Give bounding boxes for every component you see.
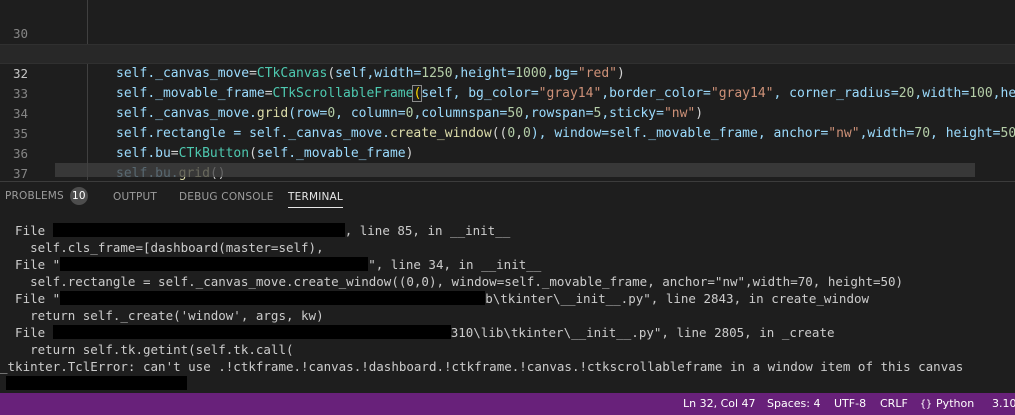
vscode-window: 30 31 self._canvas_move=CTkCanvas(self,w… — [0, 0, 1015, 415]
cursor-position[interactable]: Ln 32, Col 47 — [683, 393, 756, 415]
tab-label: TERMINAL — [288, 191, 343, 203]
code-line-32[interactable]: 32 self._movable_frame=CTkScrollableFram… — [0, 44, 1015, 102]
indentation[interactable]: Spaces: 4 — [767, 393, 820, 415]
redacted-block — [60, 257, 369, 271]
code-line-33[interactable]: 33 self._canvas_move.grid(row=0, column=… — [0, 64, 1015, 121]
terminal-line: File 310\lib\tkinter\__init__.py", line … — [0, 324, 1015, 341]
problems-count-badge: 10 — [69, 187, 88, 205]
tab-label: OUTPUT — [113, 191, 157, 203]
redacted-block — [52, 223, 345, 237]
redacted-block — [6, 376, 187, 390]
terminal-line: File " ", line 34, in __init__ — [0, 256, 1015, 273]
terminal-line: File , line 85, in __init__ — [0, 222, 1015, 239]
terminal-text: File — [0, 325, 53, 340]
terminal-line: self.rectangle = self._canvas_move.creat… — [0, 274, 904, 289]
terminal-text: File " — [0, 257, 61, 272]
code-line-36[interactable]: 36 self.bu.grid() — [0, 124, 1015, 180]
terminal-text: ", line 34, in __init__ — [368, 257, 542, 272]
line-number: 38 — [0, 177, 28, 180]
code-line-35[interactable]: 35 self.bu=CTkButton(self._movable_frame… — [0, 104, 1015, 161]
terminal-line: return self._create('window', args, kw) — [0, 308, 324, 323]
terminal-text: File " — [0, 291, 61, 306]
code-line-34[interactable]: 34 self.rectangle = self._canvas_move.cr… — [0, 84, 1015, 141]
terminal-line: return self.tk.getint(self.tk.call( — [0, 342, 294, 357]
panel-tabs: PROBLEMS 10 OUTPUT DEBUG CONSOLE TERMINAL — [0, 182, 1015, 210]
redacted-block — [52, 325, 451, 339]
terminal-line: self.cls_frame=[dashboard(master=self), — [0, 240, 324, 255]
status-bar: Ln 32, Col 47 Spaces: 4 UTF-8 CRLF {} Pyt… — [0, 393, 1015, 415]
language-mode[interactable]: {} Python — [920, 393, 974, 415]
terminal-text: 310\lib\tkinter\__init__.py", line 2805,… — [450, 325, 835, 340]
terminal-text: , line 85, in __init__ — [344, 223, 511, 238]
language-label: Python — [936, 397, 975, 410]
terminal-line — [0, 375, 1015, 392]
terminal-text: b\tkinter\__init__.py", line 2843, in cr… — [485, 291, 870, 306]
tab-label: DEBUG CONSOLE — [179, 191, 274, 203]
end-of-line[interactable]: CRLF — [880, 393, 908, 415]
terminal-line: File " b\tkinter\__init__.py", line 2843,… — [0, 290, 1015, 307]
tab-output[interactable]: OUTPUT — [113, 189, 157, 207]
redacted-block — [60, 291, 486, 305]
tab-problems[interactable]: PROBLEMS 10 — [5, 187, 88, 205]
bottom-panel: PROBLEMS 10 OUTPUT DEBUG CONSOLE TERMINAL… — [0, 181, 1015, 394]
braces-icon: {} — [920, 399, 933, 410]
tab-terminal[interactable]: TERMINAL — [288, 189, 343, 208]
code-line-30[interactable]: 30 — [0, 4, 1015, 41]
code-editor[interactable]: 30 31 self._canvas_move=CTkCanvas(self,w… — [0, 0, 1015, 180]
terminal-error-line: _tkinter.TclError: can't use .!ctkframe.… — [0, 359, 964, 374]
tab-debug-console[interactable]: DEBUG CONSOLE — [179, 189, 274, 207]
terminal-text: File — [0, 223, 53, 238]
code-line-31[interactable]: 31 self._canvas_move=CTkCanvas(self,widt… — [0, 24, 1015, 81]
terminal-output[interactable]: File , line 85, in __init__ self.cls_fra… — [0, 218, 1015, 394]
python-version[interactable]: 3.10 — [992, 393, 1015, 415]
horizontal-scrollbar[interactable] — [55, 163, 975, 177]
tab-label: PROBLEMS — [5, 190, 64, 202]
encoding[interactable]: UTF-8 — [834, 393, 866, 415]
